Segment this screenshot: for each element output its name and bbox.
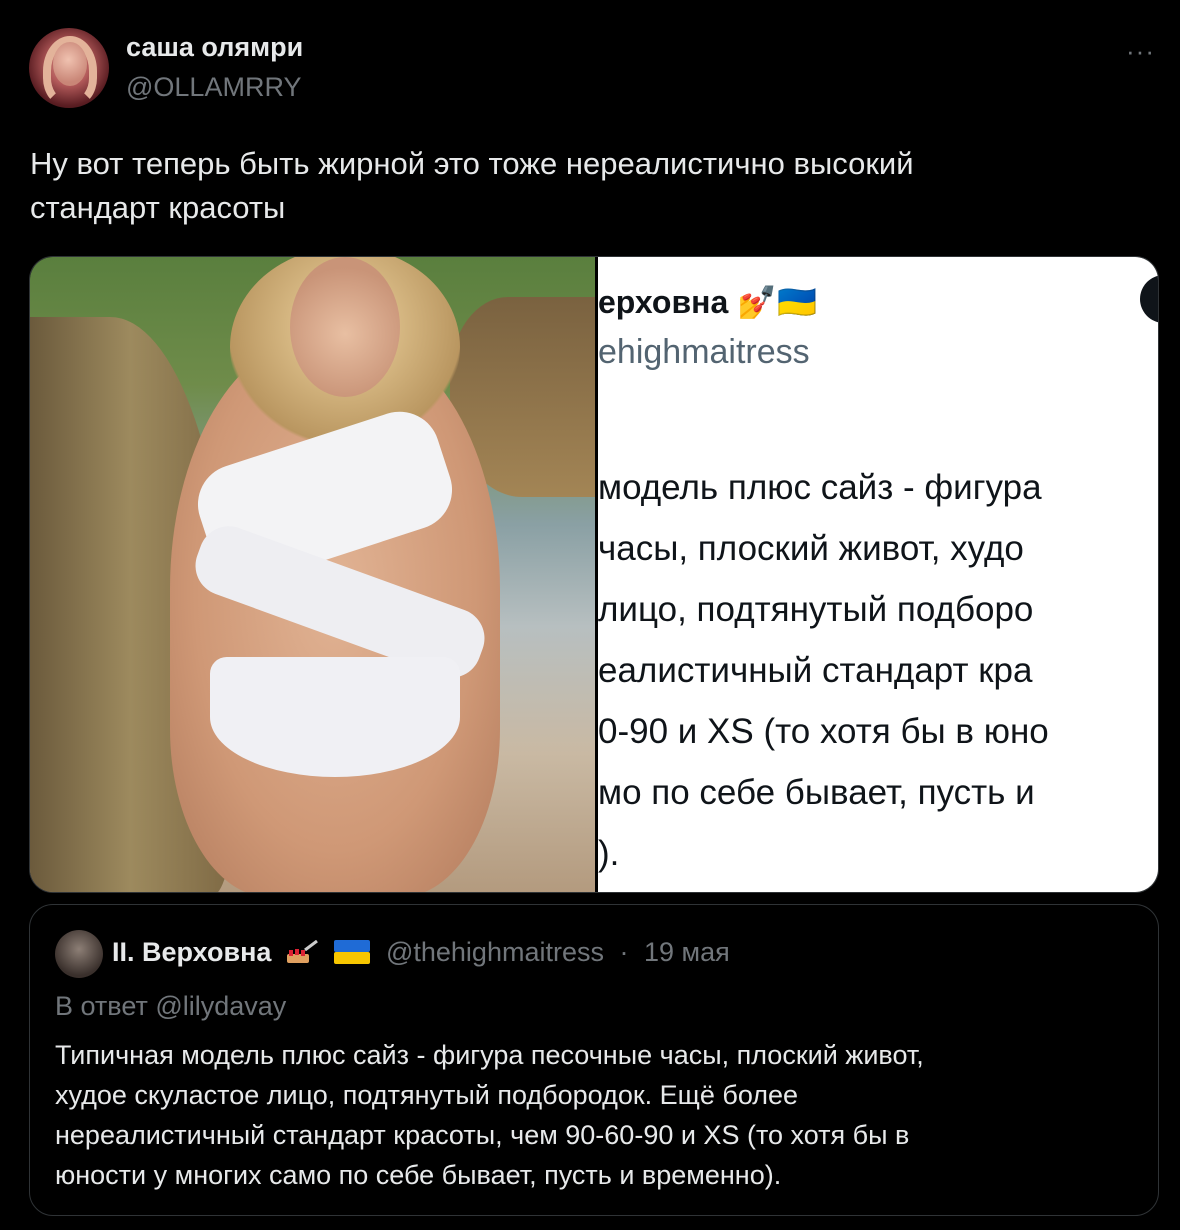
author-display-name[interactable]: саша олямри bbox=[126, 32, 303, 63]
quoted-text-line: Типичная модель плюс сайз - фигура песоч… bbox=[55, 1040, 924, 1070]
quoted-handle[interactable]: @thehighmaitress bbox=[386, 937, 604, 967]
screenshot-text: модель плюс сайз - фигура часы, плоский … bbox=[598, 457, 1158, 884]
avatar-face bbox=[53, 42, 87, 86]
tweet-text: Ну вот теперь быть жирной это тоже нереа… bbox=[30, 142, 1140, 230]
reply-to-handle[interactable]: @lilydavay bbox=[155, 991, 286, 1021]
separator-dot: · bbox=[619, 937, 629, 967]
reply-prefix: В ответ bbox=[55, 991, 148, 1021]
screenshot-text-line: мо по себе бывает, пусть и bbox=[598, 773, 1035, 812]
quoted-text-line: нереалистичный стандарт красоты, чем 90-… bbox=[55, 1120, 910, 1150]
tweet-text-line: стандарт красоты bbox=[30, 190, 286, 225]
photo-tweet-screenshot[interactable]: ерховна 💅🇺🇦 ehighmaitress модель плюс са… bbox=[598, 257, 1158, 892]
quoted-text-line: худое скуластое лицо, подтянутый подборо… bbox=[55, 1080, 799, 1110]
swimsuit-bottom bbox=[210, 657, 460, 777]
quoted-header: ІІ. Верховна @thehighmaitress · 19 мая bbox=[112, 937, 730, 968]
more-options-icon[interactable]: ··· bbox=[1126, 36, 1155, 67]
quoted-avatar[interactable] bbox=[55, 930, 103, 978]
tweet-text-line: Ну вот теперь быть жирной это тоже нереа… bbox=[30, 146, 914, 181]
author-handle[interactable]: @OLLAMRRY bbox=[126, 72, 301, 103]
model-head bbox=[290, 257, 400, 397]
screenshot-text-line: часы, плоский живот, худо bbox=[598, 529, 1024, 568]
screenshot-text-line: модель плюс сайз - фигура bbox=[598, 468, 1042, 507]
screenshot-text-line: лицо, подтянутый подборо bbox=[598, 590, 1034, 629]
reply-to: В ответ @lilydavay bbox=[55, 991, 286, 1022]
quoted-display-name[interactable]: ІІ. Верховна bbox=[112, 937, 271, 967]
author-avatar[interactable] bbox=[29, 28, 109, 108]
screenshot-follow-button bbox=[1140, 275, 1158, 323]
quoted-text-line: юности у многих само по себе бывает, пус… bbox=[55, 1160, 782, 1190]
screenshot-text-line: ). bbox=[598, 834, 620, 873]
photo-swimsuit-model[interactable] bbox=[30, 257, 595, 892]
tweet-media[interactable]: ерховна 💅🇺🇦 ehighmaitress модель плюс са… bbox=[29, 256, 1159, 893]
quoted-text: Типичная модель плюс сайз - фигура песоч… bbox=[55, 1035, 1135, 1195]
screenshot-text-line: 0-90 и XS (то хотя бы в юно bbox=[598, 712, 1049, 751]
nail-polish-icon bbox=[286, 940, 318, 963]
screenshot-author-handle: ehighmaitress bbox=[598, 333, 810, 371]
quoted-date[interactable]: 19 мая bbox=[644, 937, 730, 967]
quoted-tweet[interactable]: ІІ. Верховна @thehighmaitress · 19 мая В… bbox=[29, 904, 1159, 1216]
ukraine-flag-icon bbox=[334, 940, 371, 964]
screenshot-author-name: ерховна 💅🇺🇦 bbox=[598, 284, 817, 320]
screenshot-text-line: еалистичный стандарт кра bbox=[598, 651, 1033, 690]
